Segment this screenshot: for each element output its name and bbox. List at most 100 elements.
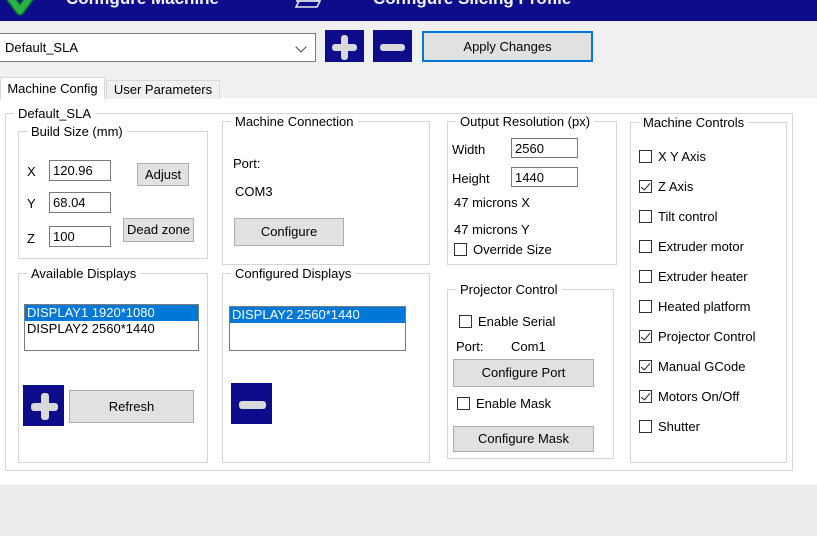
z-axis-label: Z Axis	[658, 179, 693, 194]
configure-machine-window: Configure Machine Configure Slicing Prof…	[0, 0, 817, 536]
checkbox-icon	[457, 397, 470, 410]
list-item[interactable]: DISPLAY2 2560*1440	[25, 321, 198, 337]
tilt-control-checkbox[interactable]: Tilt control	[639, 209, 756, 224]
z-axis-checkbox[interactable]: Z Axis	[639, 179, 756, 194]
width-field[interactable]	[511, 138, 578, 158]
override-size-checkbox[interactable]: Override Size	[454, 242, 552, 257]
adjust-button[interactable]: Adjust	[137, 163, 189, 186]
heated-platform-label: Heated platform	[658, 299, 751, 314]
configure-port-button[interactable]: Configure Port	[453, 359, 594, 387]
machine-config-page: Default_SLA Build Size (mm) X Adjust Y Z…	[0, 98, 817, 485]
checkbox-icon	[639, 270, 652, 283]
microns-y-label: 47 microns Y	[454, 222, 530, 237]
add-display-button[interactable]	[23, 385, 64, 426]
checkbox-icon	[639, 420, 652, 433]
checkbox-icon	[639, 300, 652, 313]
machine-controls-title: Machine Controls	[639, 115, 748, 130]
remove-display-button[interactable]	[231, 383, 272, 424]
build-size-group: Build Size (mm) X Adjust Y Z Dead zone	[18, 131, 208, 259]
output-resolution-group: Output Resolution (px) Width Height 47 m…	[447, 121, 617, 265]
extruder-motor-checkbox[interactable]: Extruder motor	[639, 239, 756, 254]
configured-displays-title: Configured Displays	[231, 266, 355, 281]
available-displays-group: Available Displays DISPLAY1 1920*1080 DI…	[18, 273, 208, 463]
checkbox-icon	[639, 240, 652, 253]
add-profile-button[interactable]	[325, 30, 364, 62]
heated-platform-checkbox[interactable]: Heated platform	[639, 299, 756, 314]
checkbox-icon	[639, 210, 652, 223]
enable-mask-checkbox[interactable]: Enable Mask	[457, 396, 551, 411]
xy-axis-checkbox[interactable]: X Y Axis	[639, 149, 756, 164]
height-label: Height	[452, 171, 490, 186]
machine-controls-list: X Y Axis Z Axis Tilt control Extruder mo…	[639, 149, 756, 434]
slicing-profile-icon	[294, 0, 324, 14]
toolbar: Configure Machine Configure Slicing Prof…	[0, 0, 817, 21]
checkbox-icon	[639, 180, 652, 193]
projector-control-label: Projector Control	[658, 329, 756, 344]
extruder-motor-label: Extruder motor	[658, 239, 744, 254]
build-x-field[interactable]	[49, 160, 111, 181]
tab-user-parameters[interactable]: User Parameters	[106, 80, 220, 99]
height-field[interactable]	[511, 167, 578, 187]
machine-controls-group: Machine Controls X Y Axis Z Axis Tilt co…	[630, 122, 787, 463]
xy-axis-label: X Y Axis	[658, 149, 706, 164]
chevron-down-icon	[295, 41, 306, 52]
checkbox-icon	[639, 330, 652, 343]
shutter-label: Shutter	[658, 419, 700, 434]
checkbox-icon	[454, 243, 467, 256]
port-value: COM3	[235, 184, 273, 199]
bottom-background	[0, 485, 817, 536]
app-check-icon	[6, 0, 40, 21]
projector-port-value: Com1	[511, 339, 546, 354]
shutter-checkbox[interactable]: Shutter	[639, 419, 756, 434]
z-axis-label: Z	[27, 231, 35, 246]
apply-changes-button[interactable]: Apply Changes	[422, 31, 593, 62]
list-item[interactable]: DISPLAY1 1920*1080	[25, 305, 198, 321]
projector-control-title: Projector Control	[456, 282, 562, 297]
dead-zone-button[interactable]: Dead zone	[123, 218, 194, 242]
machine-connection-group: Machine Connection Port: COM3 Configure	[222, 121, 430, 265]
override-size-label: Override Size	[473, 242, 552, 257]
manual-gcode-checkbox[interactable]: Manual GCode	[639, 359, 756, 374]
profile-groupbox-title: Default_SLA	[14, 106, 95, 121]
checkbox-icon	[639, 390, 652, 403]
available-displays-title: Available Displays	[27, 266, 140, 281]
projector-control-checkbox[interactable]: Projector Control	[639, 329, 756, 344]
refresh-displays-button[interactable]: Refresh	[69, 390, 194, 423]
configure-mask-button[interactable]: Configure Mask	[453, 426, 594, 452]
profile-dropdown-value: Default_SLA	[5, 40, 78, 55]
remove-profile-button[interactable]	[373, 30, 412, 62]
checkbox-icon	[639, 150, 652, 163]
configure-connection-button[interactable]: Configure	[234, 218, 344, 246]
build-size-title: Build Size (mm)	[27, 124, 127, 139]
enable-mask-label: Enable Mask	[476, 396, 551, 411]
extruder-heater-label: Extruder heater	[658, 269, 748, 284]
projector-control-group: Projector Control Enable Serial Port: Co…	[447, 289, 614, 459]
configured-displays-list[interactable]: DISPLAY2 2560*1440	[229, 306, 406, 351]
list-item[interactable]: DISPLAY2 2560*1440	[230, 307, 405, 323]
available-displays-list[interactable]: DISPLAY1 1920*1080 DISPLAY2 2560*1440	[24, 304, 199, 351]
motors-onoff-checkbox[interactable]: Motors On/Off	[639, 389, 756, 404]
tab-machine-config[interactable]: Machine Config	[0, 77, 105, 99]
tilt-control-label: Tilt control	[658, 209, 717, 224]
checkbox-icon	[459, 315, 472, 328]
width-label: Width	[452, 142, 485, 157]
microns-x-label: 47 microns X	[454, 195, 530, 210]
projector-port-label: Port:	[456, 339, 483, 354]
extruder-heater-checkbox[interactable]: Extruder heater	[639, 269, 756, 284]
port-label: Port:	[233, 156, 260, 171]
configured-displays-group: Configured Displays DISPLAY2 2560*1440	[222, 273, 430, 463]
build-z-field[interactable]	[49, 226, 111, 247]
motors-onoff-label: Motors On/Off	[658, 389, 739, 404]
build-y-field[interactable]	[49, 192, 111, 213]
configure-machine-title[interactable]: Configure Machine	[66, 0, 219, 9]
manual-gcode-label: Manual GCode	[658, 359, 745, 374]
machine-connection-title: Machine Connection	[231, 114, 358, 129]
profile-dropdown[interactable]: Default_SLA	[0, 33, 316, 62]
output-resolution-title: Output Resolution (px)	[456, 114, 594, 129]
enable-serial-checkbox[interactable]: Enable Serial	[459, 314, 555, 329]
configure-slicing-profile-title[interactable]: Configure Slicing Profile	[373, 0, 571, 9]
x-axis-label: X	[27, 164, 36, 179]
y-axis-label: Y	[27, 196, 36, 211]
enable-serial-label: Enable Serial	[478, 314, 555, 329]
checkbox-icon	[639, 360, 652, 373]
